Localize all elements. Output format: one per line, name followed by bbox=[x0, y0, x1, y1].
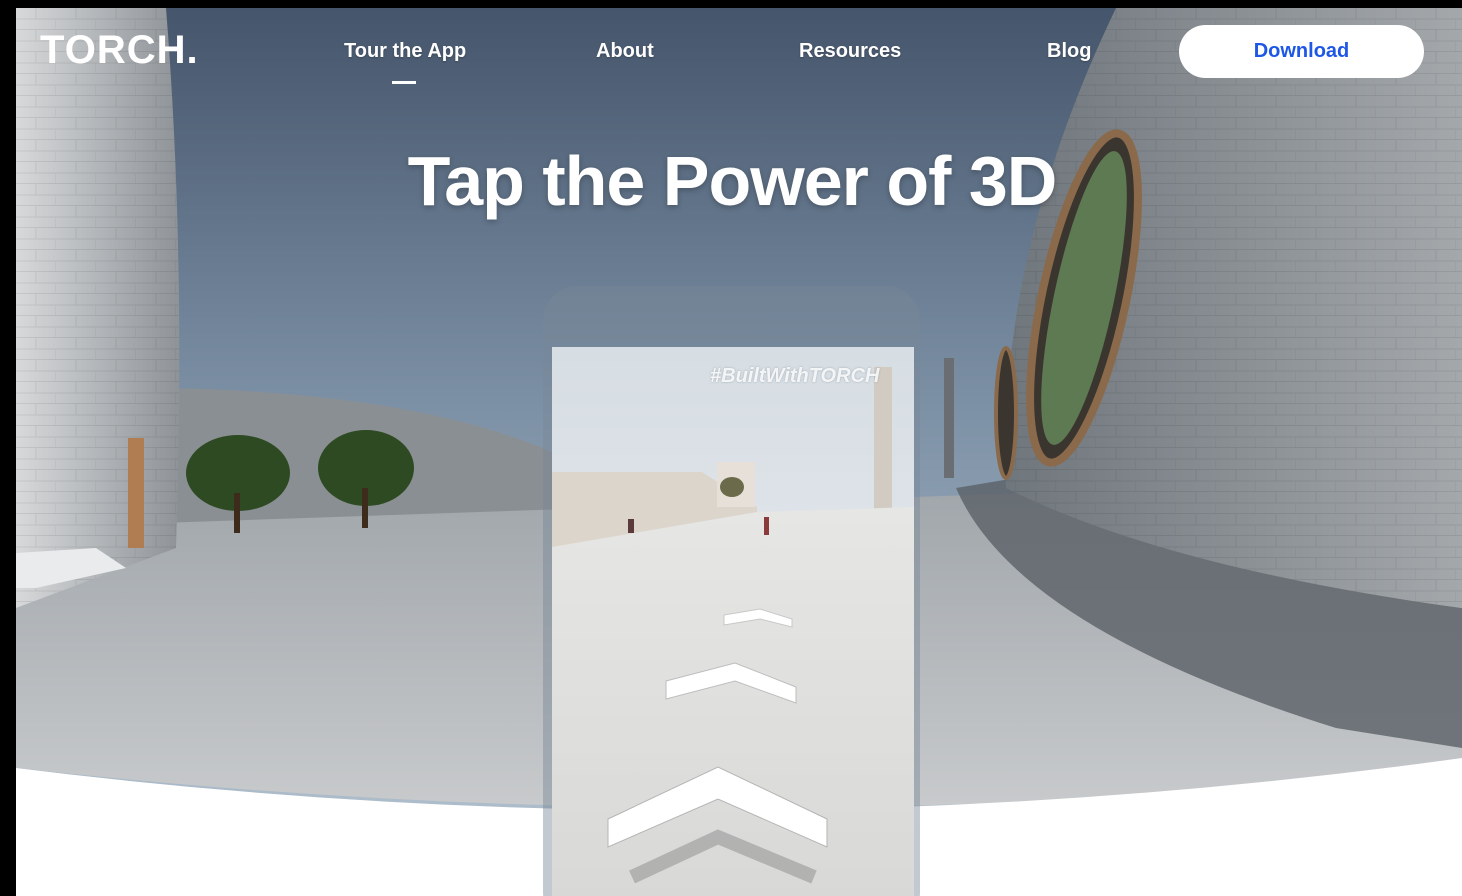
nav-link-tour-the-app[interactable]: Tour the App bbox=[344, 40, 466, 63]
download-button[interactable]: Download bbox=[1179, 25, 1424, 78]
nav-link-about[interactable]: About bbox=[596, 40, 654, 63]
phone-screen-preview[interactable]: #BuiltWithTORCH bbox=[552, 347, 914, 896]
top-navigation: TORCH. Tour the App About Resources Blog… bbox=[16, 8, 1462, 98]
brand-dot: . bbox=[186, 28, 199, 72]
active-nav-indicator bbox=[392, 81, 416, 84]
ar-preview-image bbox=[552, 347, 914, 896]
nav-link-blog[interactable]: Blog bbox=[1047, 40, 1091, 63]
brand-name: TORCH bbox=[40, 28, 187, 72]
hero-title: Tap the Power of 3D bbox=[407, 142, 1058, 220]
nav-link-resources[interactable]: Resources bbox=[799, 40, 901, 63]
torch-logo[interactable]: TORCH. bbox=[40, 28, 199, 73]
browser-viewport: TORCH. Tour the App About Resources Blog… bbox=[16, 8, 1462, 896]
hashtag-watermark: #BuiltWithTORCH bbox=[710, 365, 880, 387]
